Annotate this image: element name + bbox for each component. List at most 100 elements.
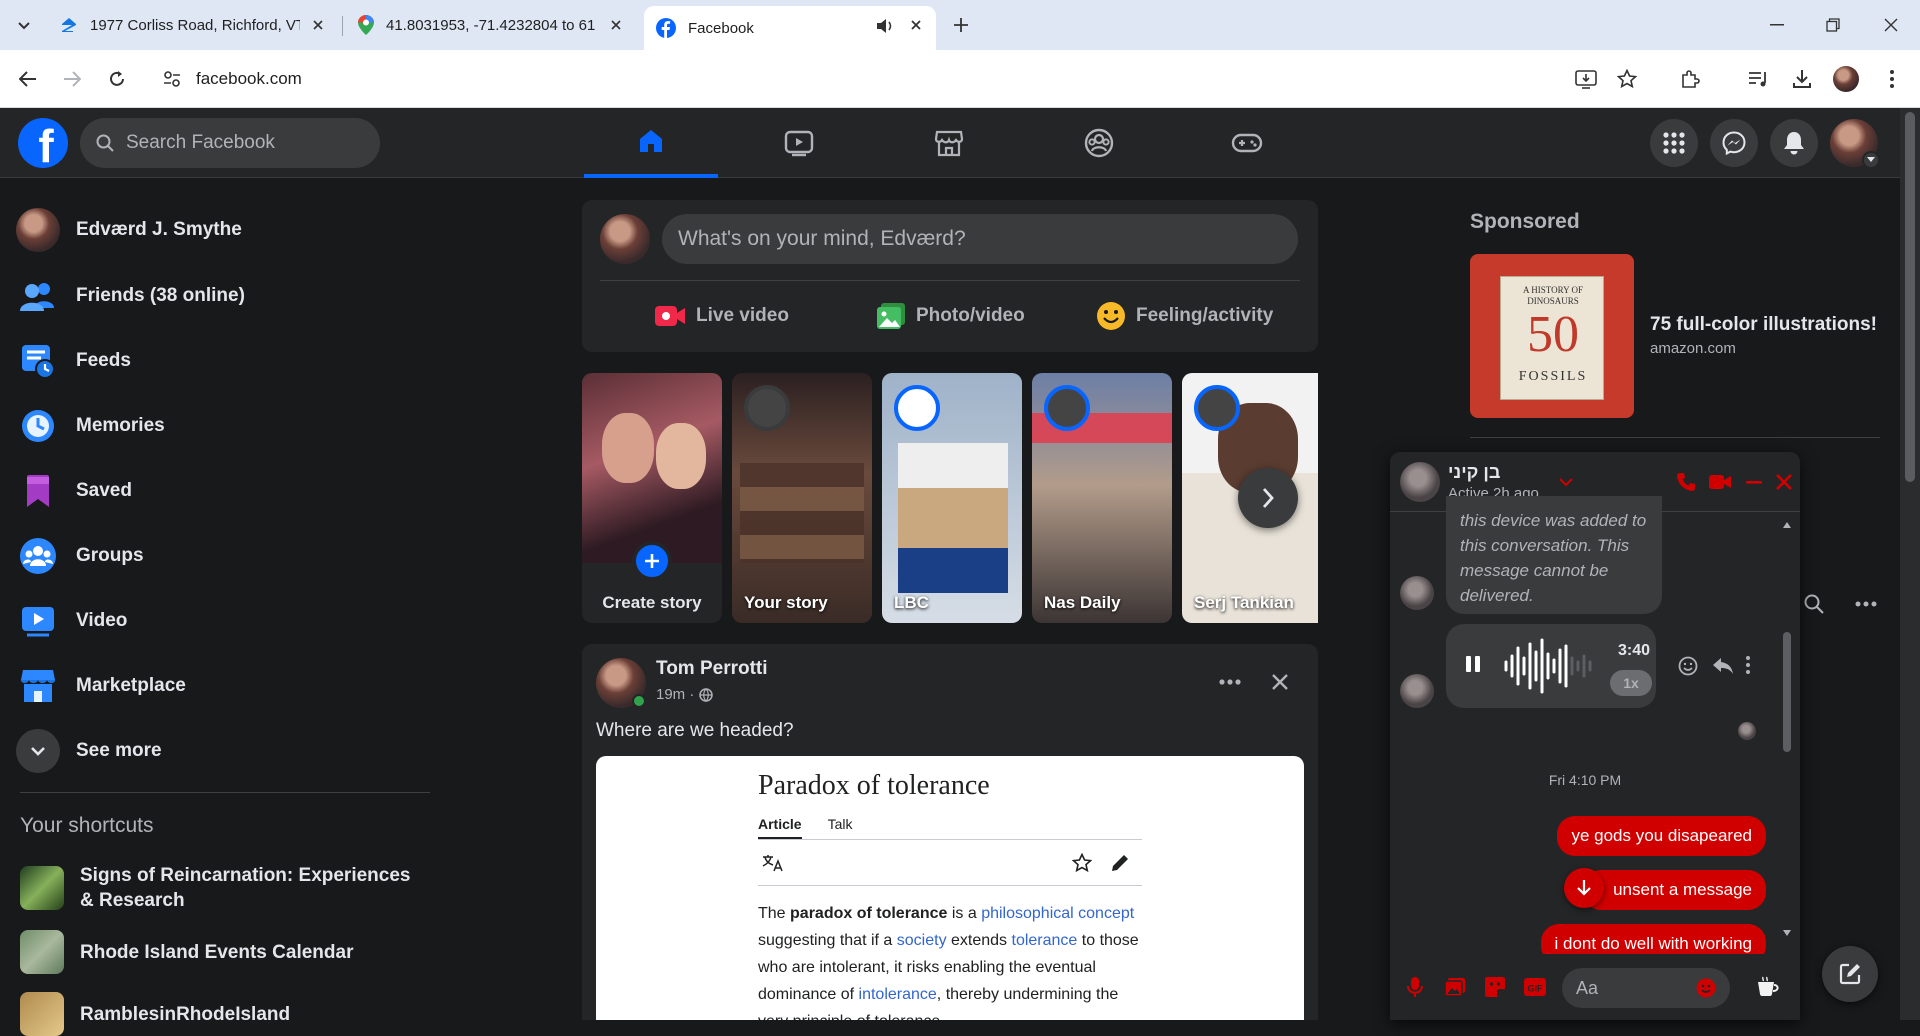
shortcut-item[interactable]: Rhode Island Events Calendar bbox=[20, 930, 420, 974]
sidebar-item-feeds[interactable]: Feeds bbox=[16, 333, 436, 389]
post-author[interactable]: Tom Perrotti bbox=[656, 658, 768, 680]
page-scrollbar[interactable] bbox=[1900, 108, 1920, 1020]
speaker-icon[interactable] bbox=[876, 18, 894, 34]
quick-reaction-button[interactable] bbox=[1756, 974, 1782, 1000]
minimize-window-button[interactable] bbox=[1762, 10, 1792, 40]
reply-icon bbox=[1713, 658, 1733, 674]
sidebar-item-memories[interactable]: Memories bbox=[16, 398, 436, 454]
story-create[interactable]: Create story bbox=[582, 373, 722, 623]
sidebar-item-video[interactable]: Video bbox=[16, 593, 436, 649]
close-window-button[interactable] bbox=[1876, 10, 1906, 40]
messenger-button[interactable] bbox=[1710, 119, 1758, 167]
video-call-button[interactable] bbox=[1706, 468, 1734, 496]
contacts-search-button[interactable] bbox=[1798, 588, 1830, 620]
download-icon[interactable] bbox=[1786, 63, 1818, 95]
shortcut-item[interactable]: RamblesinRhodeIsland bbox=[20, 992, 420, 1036]
shortcut-item[interactable]: Signs of Reincarnation: Experiences & Re… bbox=[20, 863, 420, 913]
tab-zillow[interactable]: 1977 Corliss Road, Richford, VT bbox=[48, 6, 338, 44]
bell-icon bbox=[1784, 132, 1804, 155]
site-settings-icon[interactable] bbox=[162, 69, 182, 89]
chat-contact-name[interactable]: בן קיני bbox=[1448, 462, 1500, 483]
tab-facebook[interactable]: Facebook bbox=[644, 6, 936, 50]
article-tools bbox=[758, 840, 1142, 886]
facebook-logo[interactable]: f bbox=[18, 118, 68, 168]
new-message-button[interactable] bbox=[1822, 946, 1878, 1002]
composer-input[interactable]: What's on your mind, Edværd? bbox=[662, 214, 1298, 264]
restore-window-button[interactable] bbox=[1818, 10, 1848, 40]
live-video-button[interactable]: Live video bbox=[654, 298, 789, 334]
minimize-icon bbox=[1746, 480, 1762, 484]
new-tab-button[interactable] bbox=[948, 12, 974, 38]
install-app-icon[interactable] bbox=[1570, 63, 1602, 95]
post-options-button[interactable] bbox=[1212, 664, 1248, 700]
search-input[interactable]: Search Facebook bbox=[80, 118, 380, 168]
voice-clip-button[interactable] bbox=[1402, 974, 1428, 1000]
zillow-icon bbox=[60, 16, 78, 34]
sidebar-see-more[interactable]: See more bbox=[16, 723, 436, 779]
feeling-activity-button[interactable]: Feeling/activity bbox=[1096, 298, 1273, 334]
gif-button[interactable]: GIF bbox=[1522, 974, 1548, 1000]
hide-post-button[interactable] bbox=[1262, 664, 1298, 700]
menu-button[interactable] bbox=[1650, 119, 1698, 167]
address-bar[interactable]: facebook.com bbox=[150, 57, 1650, 101]
story-nas-daily[interactable]: Nas Daily bbox=[1032, 373, 1172, 623]
sidebar-item-friends[interactable]: Friends (38 online) bbox=[16, 268, 436, 324]
sidebar-item-groups[interactable]: Groups bbox=[16, 528, 436, 584]
scrollbar-thumb[interactable] bbox=[1905, 112, 1915, 482]
stories-next-button[interactable] bbox=[1238, 468, 1298, 528]
profile-avatar[interactable] bbox=[1830, 63, 1862, 95]
tab-search-button[interactable] bbox=[8, 10, 40, 40]
post-time[interactable]: 19m · bbox=[656, 686, 694, 703]
reply-button[interactable] bbox=[1712, 656, 1734, 676]
extensions-icon[interactable] bbox=[1674, 63, 1706, 95]
close-tab-icon[interactable] bbox=[906, 15, 926, 35]
message-input[interactable]: Aa bbox=[1562, 968, 1730, 1008]
nav-home-tab[interactable] bbox=[584, 108, 718, 178]
story-lbc[interactable]: LBC bbox=[882, 373, 1022, 623]
input-placeholder: Aa bbox=[1576, 977, 1599, 998]
chat-scrollbar[interactable] bbox=[1780, 514, 1794, 944]
photo-icon bbox=[877, 303, 905, 329]
nav-video-tab[interactable] bbox=[732, 108, 866, 178]
avatar[interactable] bbox=[1400, 462, 1440, 502]
sidebar-item-marketplace[interactable]: Marketplace bbox=[16, 658, 436, 714]
react-button[interactable] bbox=[1678, 656, 1698, 676]
nav-marketplace-tab[interactable] bbox=[882, 108, 1016, 178]
ad-title[interactable]: 75 full-color illustrations! bbox=[1650, 314, 1877, 336]
sidebar-profile[interactable]: Edværd J. Smythe bbox=[16, 202, 436, 258]
reload-button[interactable] bbox=[101, 63, 133, 95]
minimize-chat-button[interactable] bbox=[1740, 468, 1768, 496]
shared-image[interactable]: Paradox of tolerance Article Talk The pa… bbox=[596, 756, 1304, 1020]
account-avatar[interactable] bbox=[1830, 119, 1880, 169]
outgoing-message[interactable]: unsent a message bbox=[1583, 870, 1766, 910]
close-chat-button[interactable] bbox=[1770, 468, 1798, 496]
ad-image[interactable]: A HISTORY OF DINOSAURS 50 FOSSILS bbox=[1470, 254, 1634, 418]
audio-waveform[interactable] bbox=[1502, 638, 1596, 694]
browser-menu-icon[interactable] bbox=[1876, 63, 1908, 95]
chat-options-chevron[interactable] bbox=[1552, 468, 1580, 496]
close-tab-icon[interactable] bbox=[308, 15, 328, 35]
contacts-options-button[interactable] bbox=[1850, 588, 1882, 620]
nav-groups-tab[interactable] bbox=[1032, 108, 1166, 178]
story-your-story[interactable]: Your story bbox=[732, 373, 872, 623]
media-controls-icon[interactable] bbox=[1742, 63, 1774, 95]
notifications-button[interactable] bbox=[1770, 119, 1818, 167]
close-tab-icon[interactable] bbox=[606, 15, 626, 35]
sticker-icon bbox=[1485, 977, 1505, 997]
attach-photo-button[interactable] bbox=[1442, 974, 1468, 1000]
voice-call-button[interactable] bbox=[1672, 468, 1700, 496]
back-button[interactable] bbox=[12, 63, 44, 95]
photo-video-button[interactable]: Photo/video bbox=[876, 298, 1025, 334]
ad-site[interactable]: amazon.com bbox=[1650, 340, 1736, 357]
pause-button[interactable] bbox=[1464, 654, 1488, 678]
forward-button[interactable] bbox=[56, 63, 88, 95]
sticker-button[interactable] bbox=[1482, 974, 1508, 1000]
nav-gaming-tab[interactable] bbox=[1180, 108, 1314, 178]
outgoing-message[interactable]: ye gods you disapeared bbox=[1557, 816, 1766, 856]
message-more-button[interactable] bbox=[1746, 656, 1750, 674]
tab-maps[interactable]: 41.8031953, -71.4232804 to 61. bbox=[346, 6, 636, 44]
playback-speed-button[interactable]: 1x bbox=[1610, 670, 1652, 696]
bookmark-star-icon[interactable] bbox=[1611, 63, 1643, 95]
sidebar-item-saved[interactable]: Saved bbox=[16, 463, 436, 519]
scroll-to-bottom-button[interactable] bbox=[1564, 868, 1604, 908]
